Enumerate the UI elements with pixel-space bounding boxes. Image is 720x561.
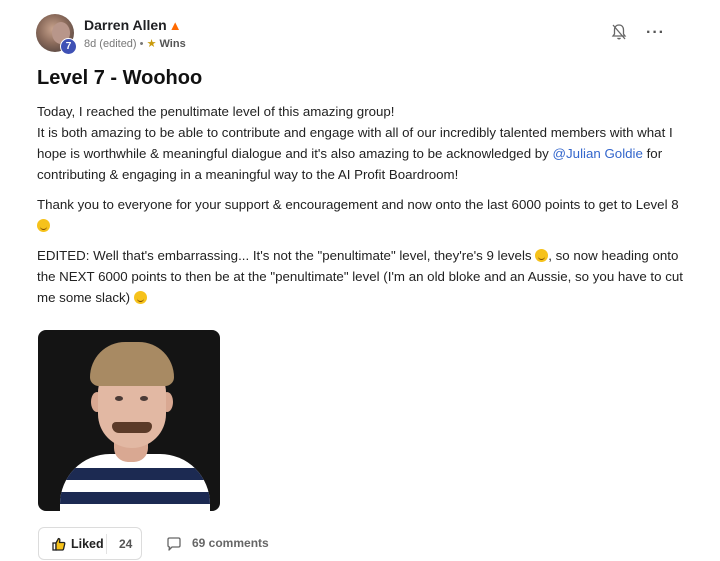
liked-label: Liked (71, 537, 104, 551)
p2-text: Thank you to everyone for your support &… (37, 197, 679, 212)
more-dots-icon[interactable]: ··· (646, 24, 665, 42)
p1-line1: Today, I reached the penultimate level o… (37, 104, 395, 119)
like-count[interactable]: 24 (119, 537, 132, 551)
post-image[interactable] (38, 330, 220, 511)
post-time[interactable]: 8d (edited) (84, 38, 137, 50)
jersey-stripe (60, 492, 210, 504)
paragraph-1: Today, I reached the penultimate level o… (37, 101, 687, 185)
thumbs-up-icon (52, 537, 66, 551)
image-eye (115, 396, 123, 401)
like-divider (106, 534, 107, 554)
post-body: Today, I reached the penultimate level o… (37, 101, 687, 317)
post-category[interactable]: Wins (160, 38, 186, 50)
fire-icon: ▲ (168, 18, 182, 33)
level-badge: 7 (60, 38, 77, 55)
post-meta: 8d (edited) • ★ Wins (84, 37, 186, 50)
emoji-icon (133, 291, 147, 304)
comment-bubble-icon (167, 537, 181, 551)
post-title: Level 7 - Woohoo (37, 67, 203, 89)
p3-text-a: EDITED: Well that's embarrassing... It's… (37, 248, 536, 263)
bell-muted-icon[interactable] (610, 23, 628, 41)
image-eye (140, 396, 148, 401)
like-button[interactable]: Liked 24 (38, 527, 142, 560)
author-name[interactable]: Darren Allen (84, 17, 167, 33)
jersey-stripe (60, 468, 210, 480)
author-name-row: Darren Allen ▲ (84, 17, 182, 33)
comments-count: 69 comments (192, 536, 269, 550)
trophy-icon: ★ (146, 38, 157, 50)
image-jersey (60, 454, 210, 511)
image-hair (90, 342, 174, 386)
paragraph-2: Thank you to everyone for your support &… (37, 194, 687, 236)
meta-separator: • (139, 38, 144, 50)
paragraph-3: EDITED: Well that's embarrassing... It's… (37, 245, 687, 308)
mention-link[interactable]: @Julian Goldie (553, 146, 643, 161)
emoji-icon (535, 249, 549, 262)
image-moustache (112, 422, 152, 433)
emoji-icon (37, 219, 50, 232)
post-header: 7 Darren Allen ▲ 8d (edited) • ★ Wins ··· (36, 14, 686, 56)
